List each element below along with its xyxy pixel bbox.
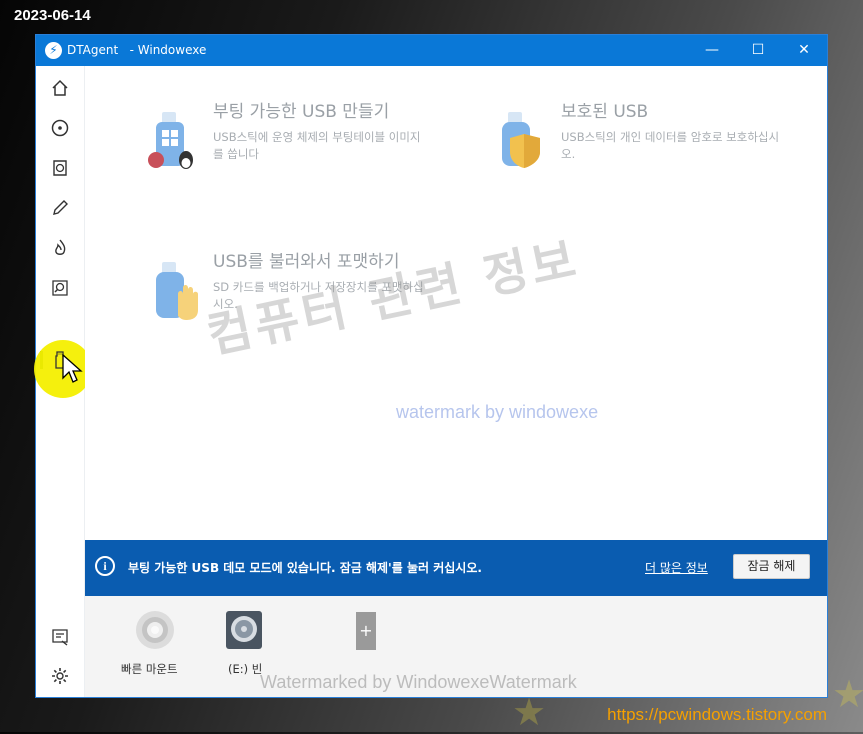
window-title: DTAgent - Windowexe [67,43,206,57]
search-disc-icon[interactable] [50,278,70,298]
pencil-icon[interactable] [50,198,70,218]
protected-usb-icon [502,112,540,168]
card-title: 부팅 가능한 USB 만들기 [213,102,390,122]
unlock-button[interactable]: 잠금 해제 [733,554,810,579]
title-bar[interactable]: ⚡ DTAgent - Windowexe — ☐ ✕ [36,35,827,66]
card-description: USB스틱의 개인 데이터를 암호로 보호하십시오. [561,130,780,161]
info-icon: i [95,556,115,576]
add-drive-icon: + [356,612,376,650]
site-url: https://pcwindows.tistory.com [607,705,827,724]
card-description: USB스틱에 운영 체제의 부팅테이블 이미지를 씁니다 [213,130,421,161]
bootable-usb-icon [148,112,193,169]
star-decoration: ★ [832,672,863,716]
date-stamp: 2023-06-14 [14,7,91,24]
minimize-button[interactable]: — [689,35,735,66]
watermark-sub: watermark by windowexe [396,402,599,422]
app-window: ⚡ DTAgent - Windowexe — ☐ ✕ 부팅 가능한 USB 만… [34,35,827,697]
card-bootable-usb[interactable]: 부팅 가능한 USB 만들기 USB스틱에 운영 체제의 부팅테이블 이미지를 … [140,96,440,206]
demo-banner: i 부팅 가능한 USB 데모 모드에 있습니다. 잠금 해제'를 눌러 커십시… [85,540,827,596]
app-logo-icon: ⚡ [45,42,62,59]
title-suffix: - Windowexe [129,43,207,57]
more-info-link[interactable]: 더 많은 정보 [645,559,708,576]
maximize-button[interactable]: ☐ [735,35,781,66]
mouse-cursor-icon [62,354,83,383]
watermark-bottom: Watermarked by WindowexeWatermark [260,672,577,692]
disc-icon[interactable] [50,118,70,138]
banner-text: 부팅 가능한 USB 데모 모드에 있습니다. 잠금 해제'를 눌러 커십시오. [128,561,482,575]
home-icon[interactable] [50,78,70,98]
format-usb-icon [156,262,198,320]
add-drive-button[interactable]: + [356,612,376,650]
drive-label: (E:) 빈 [228,662,263,676]
card-protected-usb[interactable]: 보호된 USB USB스틱의 개인 데이터를 암호로 보호하십시오. [488,96,788,206]
image-text-icon[interactable] [50,627,70,647]
drive-label: 빠른 마운트 [121,662,178,676]
empty-drive-icon [226,611,262,649]
app-name: DTAgent [67,43,119,57]
sidebar [34,66,92,697]
gear-icon[interactable] [50,666,70,686]
quick-mount-disc-icon [136,611,174,649]
flame-icon[interactable] [50,238,70,258]
card-title: 보호된 USB [561,102,649,122]
disc-image-icon[interactable] [50,158,70,178]
close-button[interactable]: ✕ [781,35,827,66]
